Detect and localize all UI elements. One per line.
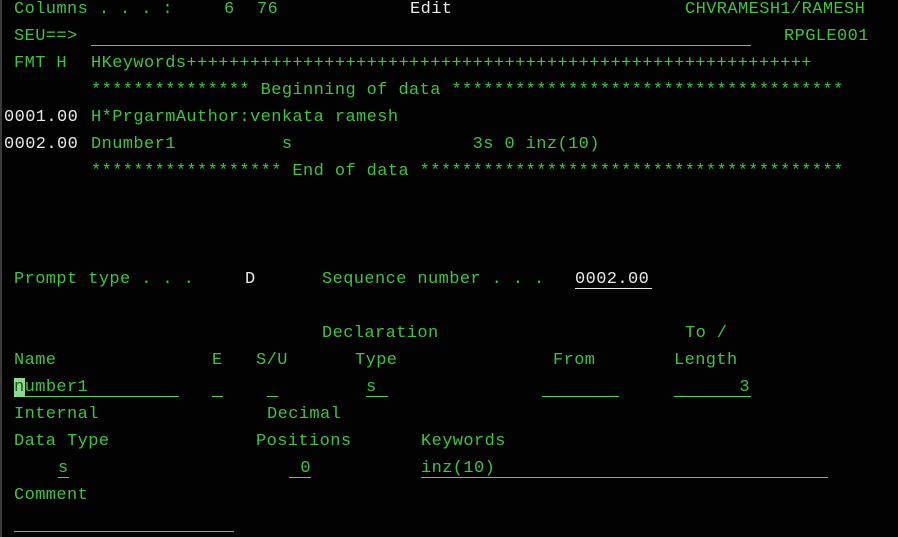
to-heading: To / <box>685 324 728 343</box>
end-of-data-marker: ****************** End of data *********… <box>91 162 844 181</box>
comment-input[interactable] <box>14 513 234 532</box>
terminal-screen: Columns . . . : 6 76 Edit CHVRAMESH1/RAM… <box>0 0 898 537</box>
source-line-seq: 0002.00 <box>4 135 79 154</box>
keywords-label: Keywords <box>421 432 506 451</box>
comment-label: Comment <box>14 486 89 505</box>
from-heading: From <box>553 351 596 370</box>
prompt-type-label: Prompt type . . . <box>14 270 195 289</box>
length-heading: Length <box>674 351 738 370</box>
from-input[interactable] <box>542 378 619 397</box>
columns-from: 6 <box>224 0 235 19</box>
columns-label: Columns . . . : <box>14 0 174 19</box>
source-line-seq: 0001.00 <box>4 108 79 127</box>
decimal-label: Decimal <box>267 405 342 424</box>
name-heading: Name <box>14 351 57 370</box>
prompt-type-value: D <box>245 270 256 289</box>
e-input[interactable] <box>212 378 223 397</box>
source-path: CHVRAMESH1/RAMESH <box>685 0 866 19</box>
mode-label: Edit <box>410 0 453 19</box>
source-line-text[interactable]: H*PrgarmAuthor:venkata ramesh <box>91 108 398 128</box>
keywords-input[interactable]: inz(10) <box>421 459 828 478</box>
columns-to: 76 <box>257 0 279 19</box>
su-input[interactable] <box>267 378 278 397</box>
su-heading: S/U <box>256 351 288 370</box>
declaration-heading: Declaration <box>322 324 439 343</box>
positions-label: Positions <box>256 432 352 451</box>
format-ruler: HKeywords+++++++++++++++++++++++++++++++… <box>91 54 812 73</box>
type-input[interactable]: s <box>366 378 388 397</box>
decimal-positions-input[interactable]: 0 <box>289 459 311 478</box>
command-input[interactable] <box>91 27 751 46</box>
internal-label: Internal <box>14 405 99 424</box>
sequence-number-label: Sequence number . . . <box>322 270 545 289</box>
name-input[interactable]: number1 <box>14 378 179 397</box>
length-input[interactable]: 3 <box>674 378 751 397</box>
text-cursor: n <box>14 378 25 397</box>
command-prompt-label: SEU==> <box>14 27 78 46</box>
member-name: RPGLE001 <box>784 27 869 46</box>
internal-data-type-input[interactable]: s <box>58 459 69 478</box>
type-heading: Type <box>355 351 398 370</box>
source-line-text[interactable]: Dnumber1 s 3s 0 inz(10) <box>91 135 600 155</box>
data-type-label: Data Type <box>14 432 110 451</box>
sequence-number-input[interactable]: 0002.00 <box>575 270 652 289</box>
e-heading: E <box>212 351 223 370</box>
beginning-of-data-marker: *************** Beginning of data ******… <box>91 81 844 100</box>
format-label: FMT H <box>14 54 68 73</box>
